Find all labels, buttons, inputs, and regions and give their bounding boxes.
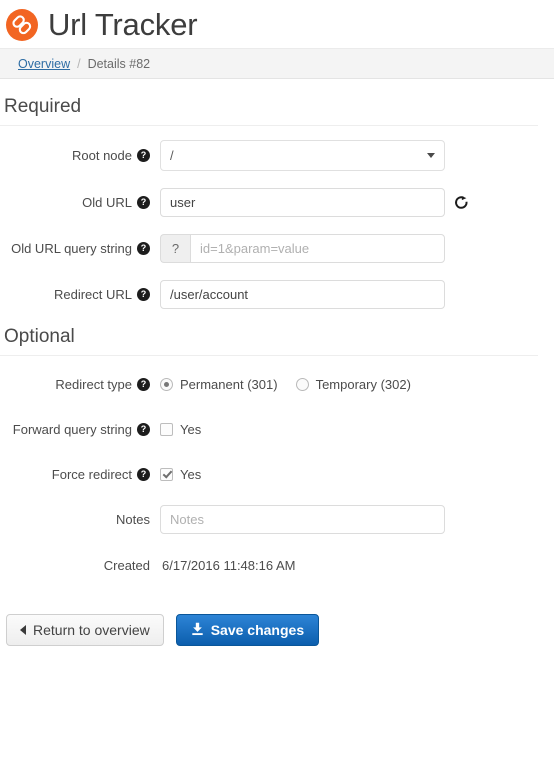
return-to-overview-label: Return to overview [33,622,150,638]
breadcrumb-link-overview[interactable]: Overview [18,57,70,71]
radio-temporary-label: Temporary (302) [315,376,411,392]
control-notes [160,505,546,534]
label-root-node-text: Root node [72,148,132,163]
label-old-url-text: Old URL [82,195,132,210]
label-notes: Notes [0,512,160,527]
field-row-created: Created 6/17/2016 11:48:16 AM [0,551,546,579]
query-string-prefix-addon: ? [160,234,190,263]
old-url-input[interactable] [160,188,445,217]
label-forward-query-string: Forward query string ? [0,422,160,437]
breadcrumb: Overview / Details #82 [0,48,554,79]
field-row-old-url: Old URL ? [0,188,546,217]
control-redirect-url [160,280,546,309]
radio-permanent-mark[interactable] [160,377,173,391]
checkbox-forward-query-string-label: Yes [180,421,202,437]
question-circle-icon[interactable]: ? [137,149,150,162]
label-created: Created [0,558,160,573]
checkbox-forward-query-string[interactable]: Yes [160,422,201,437]
radio-temporary-mark[interactable] [295,377,309,391]
checkbox-force-redirect-mark[interactable] [160,467,173,481]
label-redirect-url: Redirect URL ? [0,287,160,302]
radio-permanent[interactable]: Permanent (301) [160,377,278,392]
control-created: 6/17/2016 11:48:16 AM [160,558,546,573]
label-root-node: Root node ? [0,148,160,163]
control-old-url [160,188,546,217]
question-circle-icon[interactable]: ? [137,242,150,255]
root-node-selected-value: / [170,148,174,163]
return-to-overview-button[interactable]: Return to overview [6,614,164,646]
question-circle-icon[interactable]: ? [137,377,150,391]
control-force-redirect: Yes [160,467,546,482]
control-root-node: / [160,140,546,171]
redirect-url-input[interactable] [160,280,445,309]
section-title-required: Required [0,96,538,126]
breadcrumb-current: Details #82 [87,56,151,71]
app-header: Url Tracker [0,0,554,48]
question-circle-icon[interactable]: ? [137,467,150,481]
field-row-forward-query-string: Forward query string ? Yes [0,415,546,443]
control-forward-query-string: Yes [160,422,546,437]
notes-input[interactable] [160,505,445,534]
label-old-url-query-string: Old URL query string ? [0,241,160,256]
save-icon [191,622,204,639]
label-redirect-type-text: Redirect type [55,376,132,392]
checkbox-forward-query-string-mark[interactable] [160,422,173,436]
label-old-url-query-string-text: Old URL query string [11,241,132,256]
question-circle-icon[interactable]: ? [137,288,150,301]
control-old-url-query-string: ? [160,234,546,263]
section-required: Root node ? / Old URL ? user Old URL que… [0,126,546,309]
external-link-icon[interactable] [454,195,469,210]
label-force-redirect-text: Force redirect [51,466,132,482]
redirect-type-options: Permanent (301) Temporary (302) [160,377,411,392]
form-content: Required Root node ? / Old URL ? user Ol… [0,96,554,646]
checkbox-force-redirect-label: Yes [180,466,202,482]
field-row-old-url-query-string: Old URL query string ? ? [0,234,546,263]
page-title: Url Tracker [48,7,198,42]
form-actions: Return to overview Save changes [0,596,546,646]
breadcrumb-separator: / [77,56,81,71]
label-force-redirect: Force redirect ? [0,467,160,482]
save-changes-label: Save changes [210,622,305,638]
radio-permanent-label: Permanent (301) [180,376,278,392]
chain-link-icon [6,9,38,41]
created-value: 6/17/2016 11:48:16 AM [162,557,296,573]
control-redirect-type: Permanent (301) Temporary (302) [160,377,546,392]
radio-temporary[interactable]: Temporary (302) [295,376,411,392]
field-row-force-redirect: Force redirect ? Yes [0,460,546,488]
old-url-query-string-group: ? [160,234,445,263]
label-redirect-url-text: Redirect URL [53,287,132,302]
label-created-text: Created [103,557,150,573]
section-title-optional: Optional [0,326,538,356]
old-url-query-string-input[interactable] [190,234,445,263]
root-node-select[interactable]: / [160,140,445,171]
field-row-redirect-url: Redirect URL ? [0,280,546,309]
section-optional: Redirect type ? Permanent (301) Temporar… [0,356,546,579]
label-redirect-type: Redirect type ? [0,377,160,392]
chevron-left-icon [20,625,26,635]
checkbox-force-redirect[interactable]: Yes [160,467,201,482]
field-row-redirect-type: Redirect type ? Permanent (301) Temporar… [0,370,546,398]
label-old-url: Old URL ? [0,195,160,210]
question-circle-icon[interactable]: ? [137,422,150,436]
field-row-notes: Notes [0,505,546,534]
chevron-down-icon [427,153,435,158]
field-row-root-node: Root node ? / [0,140,546,171]
save-changes-button[interactable]: Save changes [175,614,320,646]
label-notes-text: Notes [116,512,150,527]
label-forward-query-string-text: Forward query string [12,421,132,437]
question-circle-icon[interactable]: ? [137,196,150,209]
